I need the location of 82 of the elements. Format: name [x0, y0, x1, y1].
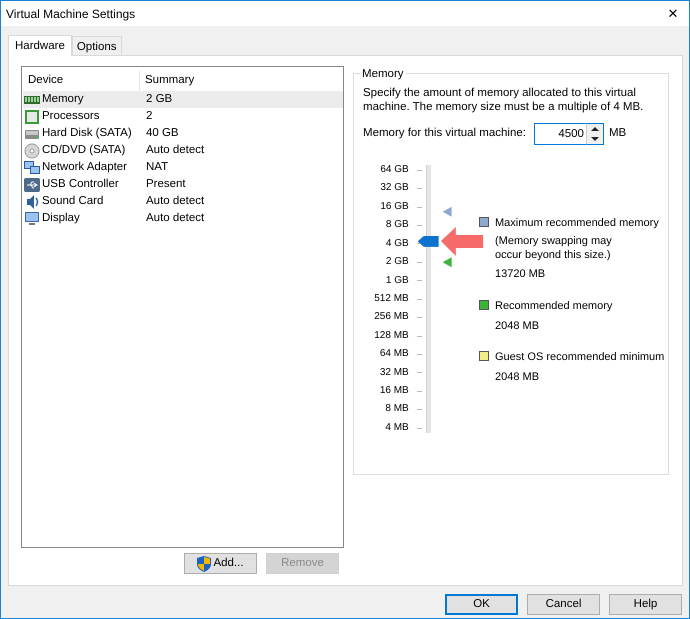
scale-label: 512 MB: [373, 292, 410, 306]
legend-label: Recommended memory: [495, 298, 612, 314]
close-button[interactable]: ✕: [657, 1, 689, 26]
scale-label: 8 MB: [384, 402, 410, 416]
usb-icon: [24, 176, 40, 192]
scale-label: 128 MB: [373, 328, 410, 343]
dialog-button[interactable]: Help: [609, 594, 682, 615]
column-header[interactable]: Summary: [140, 71, 194, 91]
device-name: CD/DVD (SATA): [42, 142, 126, 158]
spin-buttons[interactable]: [586, 123, 604, 145]
scale-label: 64 MB: [378, 347, 410, 362]
device-name: Sound Card: [42, 194, 104, 209]
tick-mark: [416, 409, 422, 410]
tab[interactable]: Hardware: [8, 35, 72, 56]
device-summary: Auto detect: [145, 194, 204, 209]
device-row[interactable]: Display Auto detect: [23, 210, 343, 227]
scale-label: 4 MB: [384, 420, 410, 435]
tick-mark: [416, 298, 422, 300]
tick-mark: [416, 206, 422, 208]
scale-label: 4 GB: [384, 236, 410, 251]
tick-mark: [416, 170, 422, 171]
device-name: Processors: [42, 108, 100, 124]
scale-label: 1 GB: [384, 274, 410, 288]
scale-label: 16 MB: [378, 384, 410, 398]
legend-value: 13720 MB: [495, 267, 546, 282]
tick-mark: [416, 188, 422, 190]
dialog-button[interactable]: OK: [445, 594, 518, 615]
description-text: Specify the amount of memory allocated to this virtual machine. The memory size must be a multiple of 4 MB.: [363, 86, 644, 114]
scale-label: 8 GB: [384, 218, 410, 232]
tick-mark: [416, 354, 422, 355]
scale-label: 32 MB: [378, 366, 410, 380]
tick-mark: [416, 428, 422, 429]
tick-mark: [416, 317, 422, 318]
legend-note: (Memory swapping may occur beyond this size.): [495, 234, 613, 262]
tick-mark: [416, 280, 422, 282]
device-summary: NAT: [145, 160, 168, 175]
scale-label: 32 GB: [379, 181, 410, 196]
disc-icon: [24, 142, 40, 158]
tick-mark: [416, 390, 422, 392]
down-arrow-icon[interactable]: [590, 137, 599, 141]
scale-label: 2 GB: [384, 255, 410, 270]
monitor-icon: [24, 210, 40, 226]
tab[interactable]: Options: [72, 36, 122, 55]
device-row[interactable]: Sound Card Auto detect: [23, 193, 343, 210]
tick-mark: [416, 372, 422, 374]
device-summary: 2: [145, 108, 152, 124]
tick-mark: [416, 224, 422, 226]
tick-mark: [416, 262, 422, 263]
scale-label: 16 GB: [379, 200, 410, 214]
device-summary: 40 GB: [145, 126, 179, 141]
device-name: Network Adapter: [42, 160, 128, 175]
network-computers-icon: [24, 160, 40, 176]
add-button[interactable]: Add...: [184, 553, 257, 574]
device-name: Hard Disk (SATA): [42, 126, 132, 141]
field-label: Memory for this virtual machine:: [363, 126, 526, 142]
up-arrow-icon[interactable]: [590, 127, 599, 131]
dialog-button[interactable]: Cancel: [527, 594, 600, 615]
device-row[interactable]: Processors 2: [23, 108, 343, 125]
device-row[interactable]: Hard Disk (SATA) 40 GB: [23, 125, 343, 142]
unit-label: MB: [608, 126, 626, 142]
device-row[interactable]: Memory 2 GB: [23, 91, 343, 108]
device-name: Display: [42, 210, 80, 226]
scale-label: 64 GB: [379, 163, 410, 177]
legend-value: 2048 MB: [495, 318, 540, 334]
legend-value: 2048 MB: [495, 370, 540, 385]
device-name: USB Controller: [42, 176, 119, 192]
legend-label: Guest OS recommended minimum: [495, 350, 664, 365]
device-row[interactable]: Network Adapter NAT: [23, 159, 343, 176]
device-summary: 2 GB: [145, 92, 172, 107]
device-summary: Auto detect: [145, 210, 204, 226]
processor-chip-icon: [24, 108, 40, 124]
device-row[interactable]: CD/DVD (SATA) Auto detect: [23, 142, 343, 159]
scale-label: 256 MB: [373, 310, 410, 324]
memory-input-field[interactable]: 4500: [534, 123, 586, 145]
window-title: Virtual Machine Settings: [6, 6, 136, 22]
slider-thumb[interactable]: [418, 236, 439, 247]
device-name: Memory: [42, 92, 84, 107]
legend-label: Maximum recommended memory: [495, 216, 659, 231]
device-summary: Auto detect: [145, 142, 204, 158]
device-row[interactable]: USB Controller Present: [23, 176, 343, 193]
speaker-icon: [24, 194, 40, 210]
device-summary: Present: [145, 176, 186, 192]
